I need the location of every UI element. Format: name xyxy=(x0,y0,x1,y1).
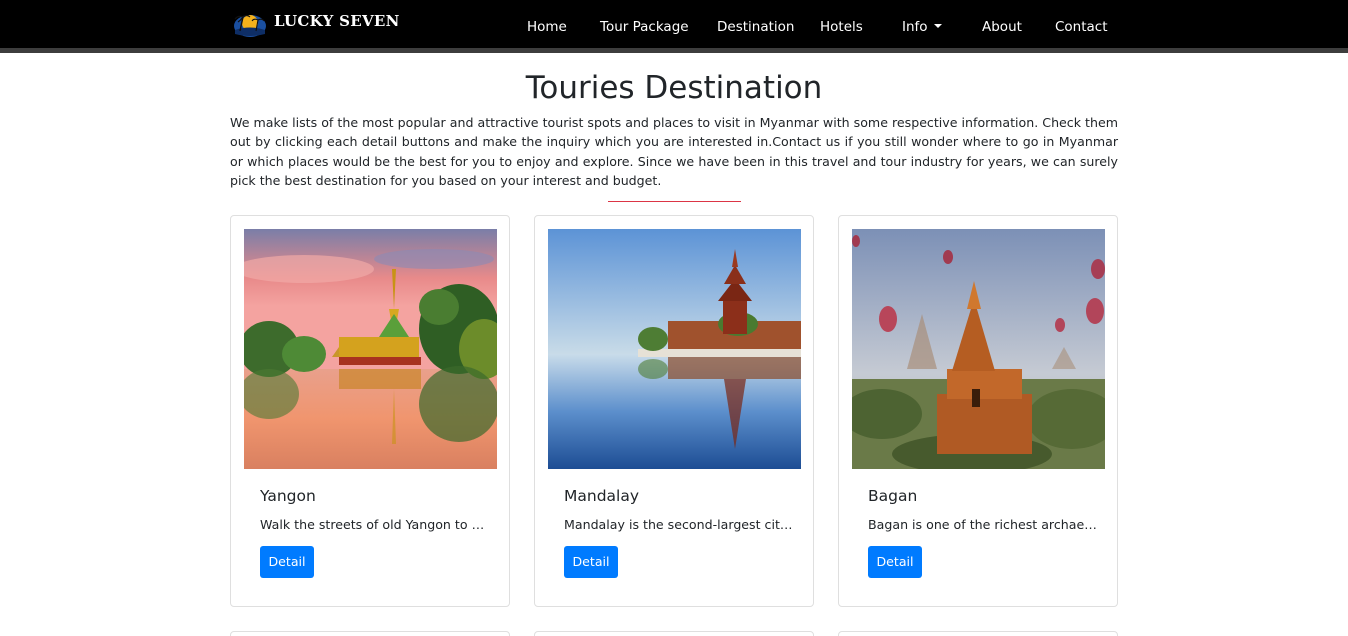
mandalay-palace-moat-image xyxy=(548,229,801,469)
card-title: Bagan xyxy=(868,487,918,505)
title-divider xyxy=(608,201,741,202)
destination-card-partial xyxy=(838,631,1118,636)
card-text: Bagan is one of the richest archaeol... xyxy=(868,517,1098,532)
nav-info-label: Info xyxy=(902,19,928,35)
card-text: Walk the streets of old Yangon to s... xyxy=(260,517,490,532)
nav-tour-package[interactable]: Tour Package xyxy=(600,18,689,36)
top-navbar: LUCKY SEVEN Home Tour Package Destinatio… xyxy=(0,0,1348,48)
navbar-bottom-strip xyxy=(0,48,1348,53)
destination-card-partial xyxy=(230,631,510,636)
brand-name: LUCKY SEVEN xyxy=(274,12,400,30)
nav-contact[interactable]: Contact xyxy=(1055,18,1108,36)
page-title: Touries Destination xyxy=(525,70,823,106)
bagan-temples-balloons-image xyxy=(852,229,1105,469)
card-title: Mandalay xyxy=(564,487,640,505)
yangon-karaweik-palace-image xyxy=(244,229,497,469)
nav-home[interactable]: Home xyxy=(527,18,567,36)
detail-button-bagan[interactable]: Detail xyxy=(868,546,922,578)
nav-destination[interactable]: Destination xyxy=(717,18,794,36)
caret-down-icon xyxy=(933,24,942,28)
detail-button-yangon[interactable]: Detail xyxy=(260,546,314,578)
brand[interactable]: LUCKY SEVEN xyxy=(232,10,400,40)
nav-about[interactable]: About xyxy=(982,18,1022,36)
nav-info-dropdown[interactable]: Info xyxy=(902,18,942,36)
card-title: Yangon xyxy=(260,487,316,505)
nav-hotels[interactable]: Hotels xyxy=(820,18,863,36)
destination-card-partial xyxy=(534,631,814,636)
intro-paragraph: We make lists of the most popular and at… xyxy=(230,115,1118,188)
sunset-palm-logo-icon xyxy=(234,14,266,37)
destination-card-bagan: Bagan Bagan is one of the richest archae… xyxy=(838,215,1118,607)
destination-card-mandalay: Mandalay Mandalay is the second-largest … xyxy=(534,215,814,607)
detail-button-mandalay[interactable]: Detail xyxy=(564,546,618,578)
card-text: Mandalay is the second-largest city ... xyxy=(564,517,794,532)
destination-card-yangon: Yangon Walk the streets of old Yangon to… xyxy=(230,215,510,607)
